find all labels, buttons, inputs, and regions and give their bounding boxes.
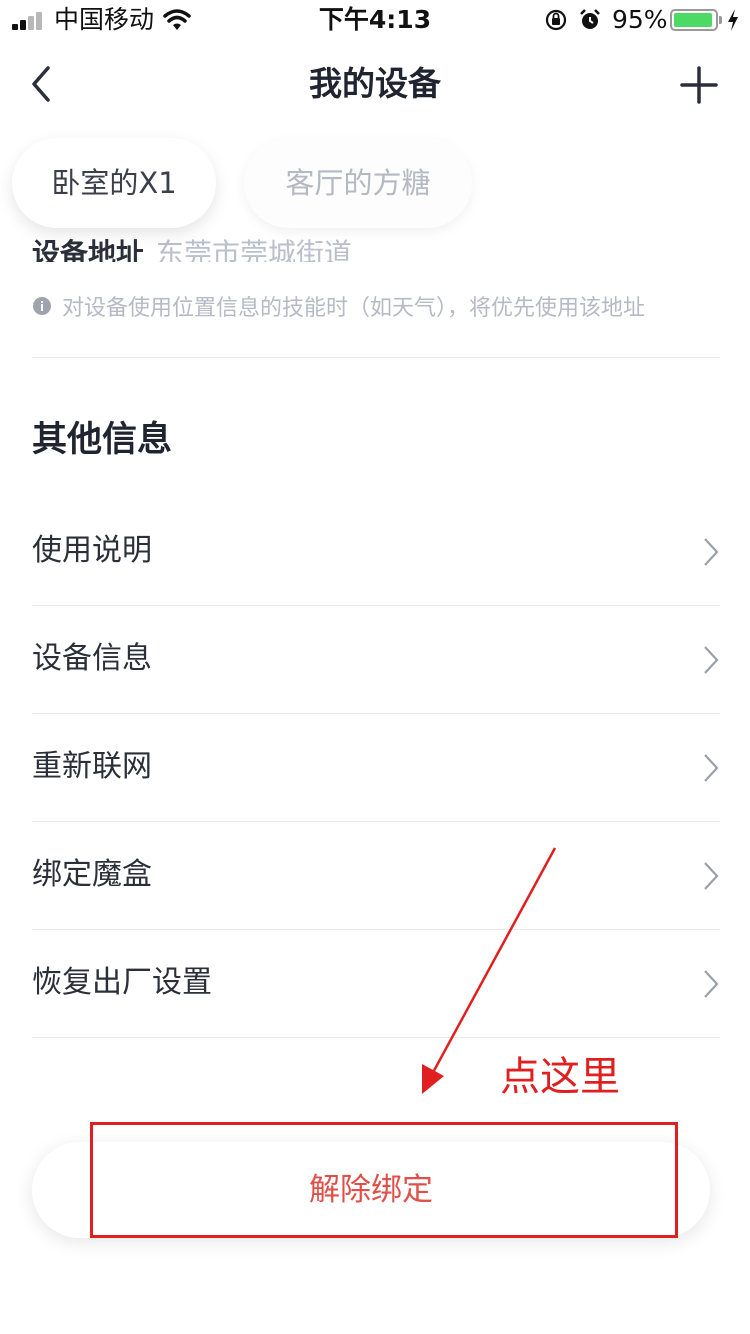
menu-item-reconnect-network[interactable]: 重新联网 [32, 714, 720, 822]
section-title-other-info: 其他信息 [32, 420, 173, 460]
menu-item-user-guide[interactable]: 使用说明 [32, 498, 720, 606]
address-hint-text: 对设备使用位置信息的技能时（如天气），将优先使用该地址 [62, 296, 646, 321]
tab-living-room-fangtang[interactable]: 客厅的方糖 [244, 138, 472, 228]
unbind-button[interactable]: 解除绑定 [32, 1142, 710, 1238]
chevron-right-icon [704, 754, 719, 782]
chevron-right-icon [704, 862, 719, 890]
menu-item-label: 恢复出厂设置 [32, 965, 212, 1000]
device-address-value: 东莞市莞城街道 [156, 237, 353, 262]
alarm-icon [580, 9, 600, 29]
info-icon [33, 297, 51, 315]
address-hint: 对设备使用位置信息的技能时（如天气），将优先使用该地址 [32, 290, 645, 322]
chevron-right-icon [704, 970, 719, 998]
menu-item-label: 设备信息 [32, 641, 152, 676]
status-bar: 中国移动 下午4:13 95% [0, 0, 750, 40]
tab-bedroom-x1[interactable]: 卧室的X1 [12, 138, 216, 228]
device-tabs: 卧室的X1 客厅的方糖 [0, 138, 750, 230]
rotation-lock-icon [545, 9, 567, 31]
menu-item-label: 重新联网 [32, 749, 152, 784]
menu-item-factory-reset[interactable]: 恢复出厂设置 [32, 930, 720, 1038]
device-address-label: 设备地址 [32, 237, 145, 262]
page-title: 我的设备 [309, 64, 441, 103]
menu-item-label: 绑定魔盒 [32, 857, 152, 892]
add-device-icon[interactable] [680, 66, 718, 104]
nav-bar: 我的设备 [0, 48, 750, 120]
menu-item-bind-magic-box[interactable]: 绑定魔盒 [32, 822, 720, 930]
battery-percentage: 95% [612, 5, 668, 34]
menu-item-device-info[interactable]: 设备信息 [32, 606, 720, 714]
chevron-right-icon [704, 538, 719, 566]
battery-icon [670, 9, 722, 31]
menu-item-label: 使用说明 [32, 533, 152, 568]
annotation-label: 点这里 [500, 1054, 620, 1100]
row-divider [32, 1037, 720, 1038]
chevron-right-icon [704, 646, 719, 674]
section-divider [32, 357, 720, 358]
charging-bolt-icon [728, 9, 738, 31]
